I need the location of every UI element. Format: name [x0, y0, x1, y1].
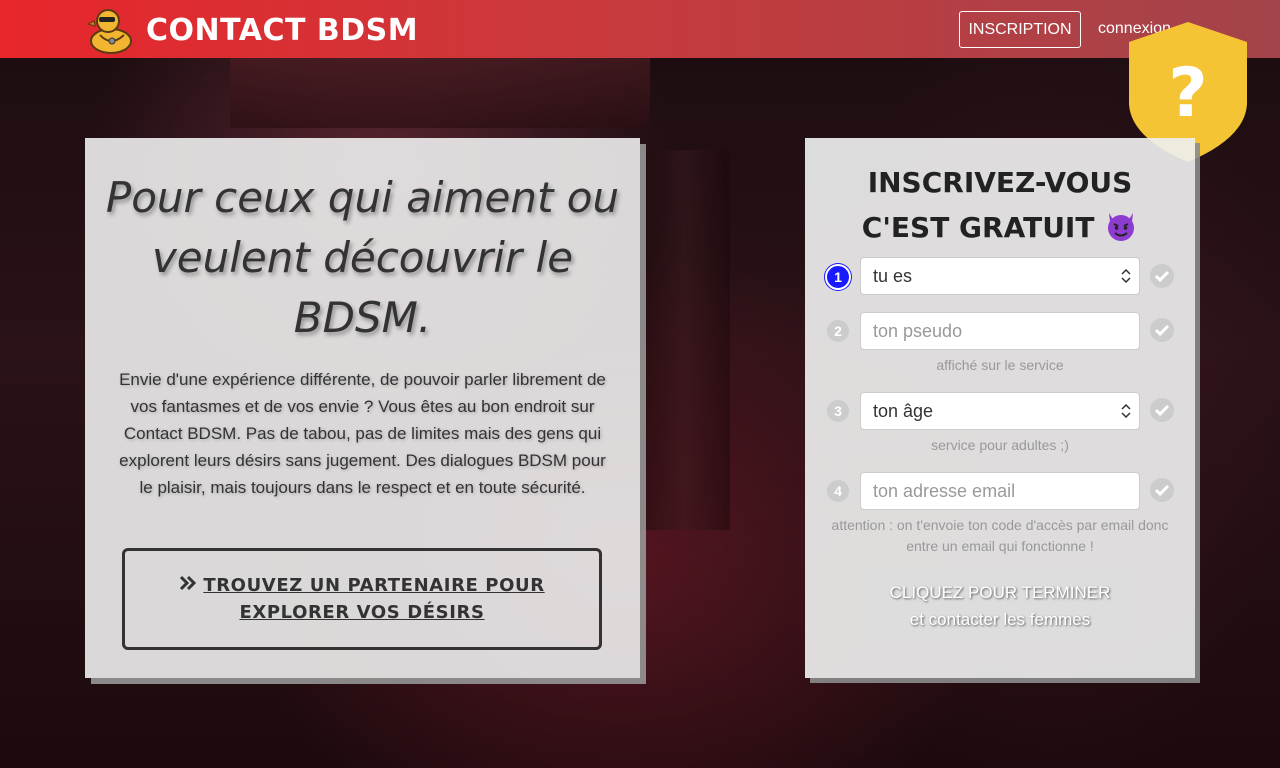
double-chevron-right-icon — [180, 575, 197, 591]
submit-label-line2: et contacter les femmes — [909, 610, 1091, 629]
check-icon — [1150, 264, 1174, 288]
check-icon — [1150, 478, 1174, 502]
rubber-duck-icon — [88, 9, 132, 54]
brand[interactable]: CONTACT BDSM — [88, 4, 418, 56]
step-number-3: 3 — [825, 398, 851, 424]
age-hint: service pour adultes ;) — [931, 437, 1069, 453]
check-icon — [1150, 318, 1174, 342]
brand-name: CONTACT BDSM — [146, 12, 419, 48]
pseudo-input[interactable]: ton pseudo — [860, 312, 1140, 350]
signup-panel: INSCRIVEZ-VOUS C'EST GRATUIT 1 tu es 2 t… — [805, 138, 1195, 678]
gender-select[interactable]: tu es — [860, 257, 1140, 295]
check-icon — [1150, 398, 1174, 422]
signup-title-line2: C'EST GRATUIT — [861, 211, 1095, 244]
age-select-value: ton âge — [873, 400, 934, 421]
background-scene-beam — [230, 58, 650, 128]
email-hint: attention : on t'envoie ton code d'accès… — [831, 517, 1169, 554]
step-number-4: 4 — [825, 478, 851, 504]
inscription-button[interactable]: INSCRIPTION — [959, 11, 1081, 48]
find-partner-label: TROUVEZ UN PARTENAIRE POUR EXPLORER VOS … — [203, 575, 545, 623]
step-number-1: 1 — [825, 264, 851, 290]
gender-select-value: tu es — [873, 265, 913, 286]
signup-title-line1: INSCRIVEZ-VOUS — [867, 166, 1133, 199]
devil-emoji-icon — [1108, 213, 1135, 241]
pseudo-hint: affiché sur le service — [936, 357, 1064, 373]
chevron-updown-icon — [1121, 404, 1131, 418]
find-partner-button[interactable]: TROUVEZ UN PARTENAIRE POUR EXPLORER VOS … — [122, 548, 602, 650]
submit-button[interactable]: CLIQUEZ POUR TERMINER et contacter les f… — [860, 573, 1140, 640]
navbar: CONTACT BDSM INSCRIPTION connexion — [0, 0, 1280, 58]
step-number-2: 2 — [825, 318, 851, 344]
hero-panel: Pour ceux qui aiment ou veulent découvri… — [85, 138, 640, 678]
hero-description: Envie d'une expérience différente, de po… — [119, 370, 606, 497]
shield-glyph: ? — [1168, 54, 1207, 133]
signup-title: INSCRIVEZ-VOUS C'EST GRATUIT — [805, 160, 1195, 250]
age-select[interactable]: ton âge — [860, 392, 1140, 430]
chevron-updown-icon — [1121, 269, 1131, 283]
hero-title: Pour ceux qui aiment ou veulent découvri… — [105, 173, 620, 342]
email-input[interactable]: ton adresse email — [860, 472, 1140, 510]
background-scene-post — [640, 150, 730, 530]
signup-title-line2-row: C'EST GRATUIT — [805, 205, 1195, 250]
submit-label-line1: CLIQUEZ POUR TERMINER — [889, 583, 1111, 602]
